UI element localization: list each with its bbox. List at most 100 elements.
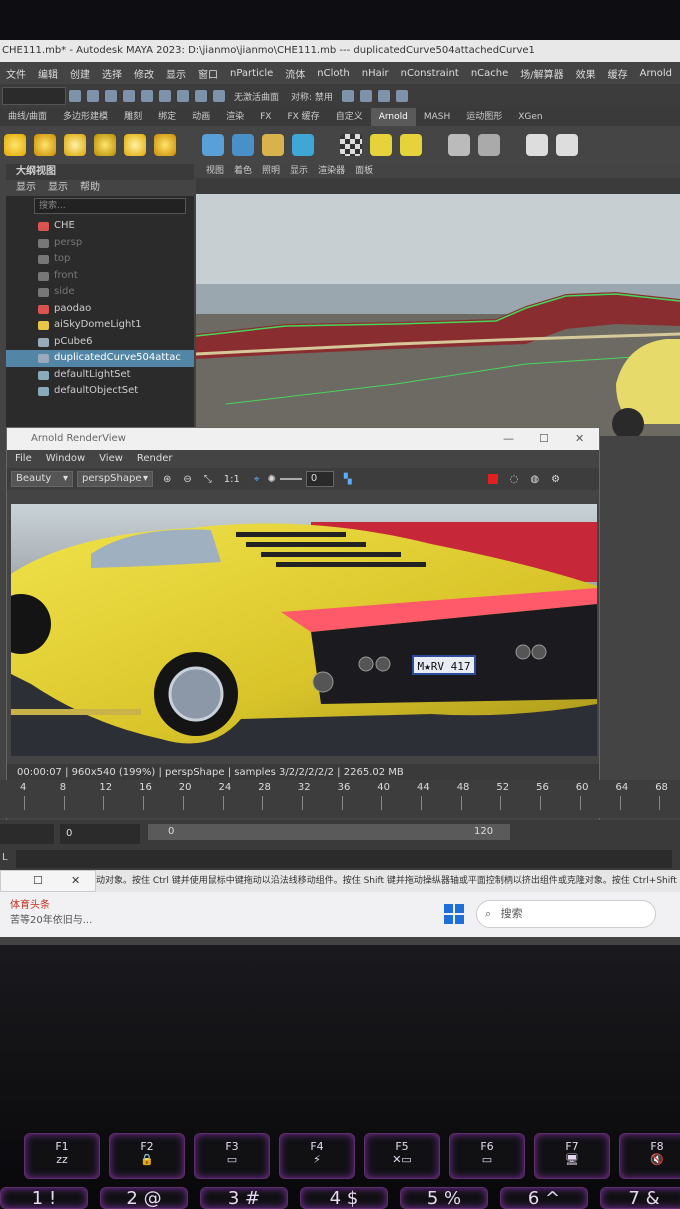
viewport-menu-item[interactable]: 照明 <box>262 164 280 178</box>
renderview-menu-item[interactable]: Window <box>46 450 85 468</box>
render-view-icon[interactable] <box>526 134 548 156</box>
select-hierarchy-icon[interactable] <box>105 90 117 102</box>
refresh-icon[interactable]: ◌ <box>510 474 519 485</box>
snap-curve-icon[interactable] <box>177 90 189 102</box>
viewport-scene[interactable] <box>196 194 680 436</box>
menu-item[interactable]: 效果 <box>570 66 602 81</box>
viewport-menu-item[interactable]: 渲染器 <box>318 164 345 178</box>
render-play-icon[interactable] <box>556 134 578 156</box>
select-component-icon[interactable] <box>141 90 153 102</box>
shelf-tab[interactable]: MASH <box>416 108 458 126</box>
number-key[interactable]: 6 ^ <box>500 1187 588 1209</box>
viewport-menu-item[interactable]: 显示 <box>290 164 308 178</box>
command-line[interactable]: L <box>0 848 680 870</box>
minimize-button[interactable]: — <box>503 428 514 450</box>
function-key[interactable]: F1 zz <box>24 1133 100 1179</box>
outliner-menu-item[interactable]: 显示 <box>48 180 68 196</box>
menu-item[interactable]: 选择 <box>96 66 128 81</box>
viewport-menu-item[interactable]: 着色 <box>234 164 252 178</box>
close-button[interactable]: ✕ <box>575 428 584 450</box>
news-widget[interactable]: 体育头条 苦等20年依旧与... <box>0 896 120 932</box>
snap-view-icon[interactable] <box>213 90 225 102</box>
exposure-value[interactable]: 0 <box>305 471 334 487</box>
snap-grid-icon[interactable] <box>159 90 171 102</box>
standin-icon[interactable] <box>202 134 224 156</box>
outliner-item[interactable]: persp <box>6 235 194 252</box>
outliner-item[interactable]: top <box>6 251 194 268</box>
function-key[interactable]: F6 ▭ <box>449 1133 525 1179</box>
outliner-menu-item[interactable]: 帮助 <box>80 180 100 196</box>
shelf-tab[interactable]: 运动图形 <box>458 108 510 126</box>
menu-set-dropdown[interactable] <box>2 87 66 105</box>
region-icon[interactable]: ⊖ <box>183 474 191 485</box>
number-key[interactable]: 7 & <box>600 1187 680 1209</box>
physical-sky-icon[interactable] <box>154 134 176 156</box>
menu-item[interactable]: nHair <box>356 68 395 79</box>
function-key[interactable]: F3 ▭ <box>194 1133 270 1179</box>
renderview-menu-item[interactable]: Render <box>137 450 173 468</box>
new-scene-icon[interactable] <box>69 90 81 102</box>
restore-icon[interactable]: ☐ <box>33 874 43 887</box>
color-correct-icon[interactable]: ▚ <box>344 474 352 485</box>
menu-item[interactable]: 文件 <box>0 66 32 81</box>
renderview-menu-item[interactable]: View <box>99 450 123 468</box>
menu-item[interactable]: nParticle <box>224 68 279 79</box>
exposure-slider[interactable] <box>279 478 302 480</box>
maximize-button[interactable]: ☐ <box>539 428 549 450</box>
taskbar-search[interactable]: ⌕ 搜索 <box>476 900 656 928</box>
open-scene-icon[interactable] <box>87 90 99 102</box>
outliner-item[interactable]: pCube6 <box>6 334 194 351</box>
ipr-render-icon[interactable] <box>359 90 372 102</box>
menu-item[interactable]: 流体 <box>279 66 311 81</box>
license-icon[interactable] <box>478 134 500 156</box>
snap-point-icon[interactable] <box>195 90 207 102</box>
menu-item[interactable]: 显示 <box>160 66 192 81</box>
shelf-tab[interactable]: 动画 <box>184 108 218 126</box>
outliner-search-input[interactable]: 搜索... <box>34 198 186 214</box>
function-key[interactable]: F7 🖥 <box>534 1133 610 1179</box>
outliner-item[interactable]: defaultObjectSet <box>6 383 194 400</box>
render-icon[interactable] <box>341 90 354 102</box>
function-key[interactable]: F8 🔇 <box>619 1133 680 1179</box>
shelf-tab[interactable]: 曲线/曲面 <box>0 108 55 126</box>
shelf-tab[interactable]: 渲染 <box>218 108 252 126</box>
number-key[interactable]: 3 # <box>200 1187 288 1209</box>
skydome-light-icon[interactable] <box>4 134 26 156</box>
menu-item[interactable]: 场/解算器 <box>514 66 569 81</box>
debug-icon[interactable]: ◍ <box>530 474 539 485</box>
shelf-tab[interactable]: FX 缓存 <box>279 108 327 126</box>
renderview-menu-item[interactable]: File <box>15 450 32 468</box>
menu-item[interactable]: nConstraint <box>395 68 465 79</box>
symmetry-label[interactable]: 对称: 禁用 <box>285 90 339 103</box>
function-key[interactable]: F4 ⚡ <box>279 1133 355 1179</box>
mesh-light-icon[interactable] <box>124 134 146 156</box>
crop-icon[interactable]: ⤡ <box>204 474 212 485</box>
render-refresh-icon[interactable]: ⊛ <box>163 474 171 485</box>
bake-icon[interactable] <box>370 134 392 156</box>
number-key[interactable]: 1 ! <box>0 1187 88 1209</box>
number-key[interactable]: 4 $ <box>300 1187 388 1209</box>
export-icon[interactable] <box>448 134 470 156</box>
function-key[interactable]: F5 ✕▭ <box>364 1133 440 1179</box>
menu-item[interactable]: Arnold <box>634 68 678 79</box>
shelf-tab[interactable]: 绑定 <box>150 108 184 126</box>
select-object-icon[interactable] <box>123 90 135 102</box>
current-frame-field[interactable] <box>0 824 54 844</box>
procedural-icon[interactable] <box>262 134 284 156</box>
shelf-tab[interactable]: FX <box>252 108 279 126</box>
flush-cache-icon[interactable] <box>400 134 422 156</box>
spot-light-icon[interactable] <box>64 134 86 156</box>
camera-dropdown[interactable]: perspShape ▾ <box>77 471 153 487</box>
settings-icon[interactable]: ⚙ <box>551 474 560 485</box>
stop-render-button[interactable] <box>487 474 498 484</box>
cube-icon[interactable] <box>292 134 314 156</box>
command-input[interactable] <box>16 850 672 868</box>
exposure-icon[interactable]: ✺ <box>268 474 276 485</box>
outliner-item[interactable]: CHE <box>6 218 194 235</box>
shelf-tab[interactable]: Arnold <box>370 108 416 126</box>
outliner-item[interactable]: defaultLightSet <box>6 367 194 384</box>
menu-item[interactable]: 编辑 <box>32 66 64 81</box>
outliner-item[interactable]: side <box>6 284 194 301</box>
outliner-item[interactable]: paodao <box>6 301 194 318</box>
menu-item[interactable]: 修改 <box>128 66 160 81</box>
